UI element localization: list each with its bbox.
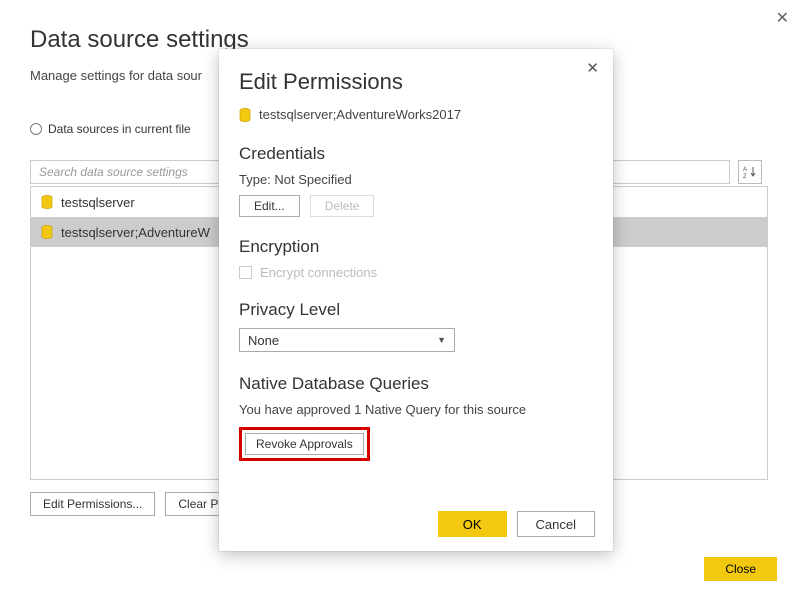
privacy-level-value: None [248, 333, 279, 348]
credentials-delete-button: Delete [310, 195, 375, 217]
cancel-button[interactable]: Cancel [517, 511, 595, 537]
credentials-type: Type: Not Specified [239, 172, 593, 187]
revoke-approvals-highlight: Revoke Approvals [239, 427, 370, 461]
credentials-edit-button[interactable]: Edit... [239, 195, 300, 217]
privacy-level-heading: Privacy Level [239, 300, 593, 320]
page-subtitle: Manage settings for data sour [30, 68, 202, 83]
svg-text:A: A [743, 167, 747, 173]
sort-button[interactable]: AZ [738, 160, 762, 184]
privacy-level-select[interactable]: None ▼ [239, 328, 455, 352]
database-icon [239, 108, 251, 122]
sort-az-icon: AZ [743, 165, 757, 179]
dialog-title: Edit Permissions [239, 69, 593, 95]
close-button[interactable]: Close [704, 557, 777, 581]
scope-radio-current-file[interactable]: Data sources in current file [30, 122, 191, 136]
encrypt-connections-checkbox: Encrypt connections [239, 265, 593, 280]
edit-permissions-button[interactable]: Edit Permissions... [30, 492, 155, 516]
data-source-name: testsqlserver [61, 195, 135, 210]
chevron-down-icon: ▼ [437, 335, 446, 345]
revoke-approvals-button[interactable]: Revoke Approvals [245, 433, 364, 455]
native-queries-message: You have approved 1 Native Query for thi… [239, 402, 593, 417]
encryption-heading: Encryption [239, 237, 593, 257]
database-icon [41, 225, 53, 239]
encrypt-label: Encrypt connections [260, 265, 377, 280]
native-queries-heading: Native Database Queries [239, 374, 593, 394]
edit-permissions-dialog: ✕ Edit Permissions testsqlserver;Adventu… [219, 49, 613, 551]
dialog-source-row: testsqlserver;AdventureWorks2017 [239, 107, 593, 122]
page-title: Data source settings [30, 26, 249, 54]
dialog-close-icon[interactable]: ✕ [586, 59, 599, 77]
checkbox-icon [239, 266, 252, 279]
credentials-heading: Credentials [239, 144, 593, 164]
data-source-name: testsqlserver;AdventureW [61, 225, 210, 240]
database-icon [41, 195, 53, 209]
search-placeholder: Search data source settings [39, 165, 188, 179]
radio-icon [30, 123, 42, 135]
dialog-source-name: testsqlserver;AdventureWorks2017 [259, 107, 461, 122]
window-close-icon[interactable]: ✕ [776, 8, 789, 28]
svg-text:Z: Z [743, 174, 747, 179]
ok-button[interactable]: OK [438, 511, 507, 537]
radio-label: Data sources in current file [48, 122, 191, 136]
